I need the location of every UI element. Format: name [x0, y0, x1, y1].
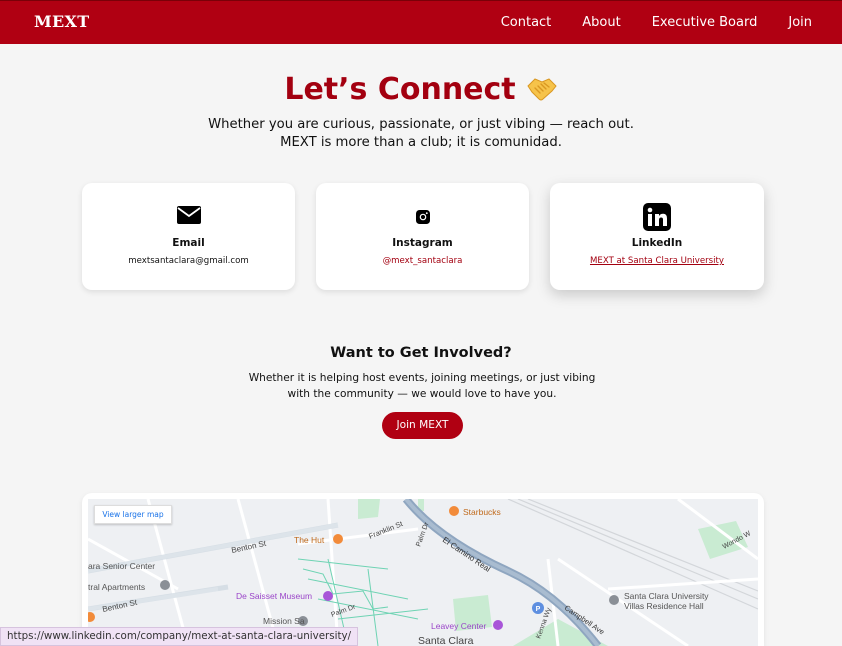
top-nav-bar: MEXT Contact About Executive Board Join: [0, 0, 842, 44]
map-label-starbucks: Starbucks: [463, 507, 501, 517]
page-title: Let’s Connect: [0, 72, 842, 107]
view-larger-map-link[interactable]: View larger map: [94, 505, 172, 524]
brand-logo[interactable]: MEXT: [34, 12, 89, 31]
handshake-icon: [527, 78, 557, 101]
map-label-the-hut: The Hut: [294, 535, 325, 545]
linkedin-card: LinkedIn MEXT at Santa Clara University: [550, 183, 764, 290]
involved-text: Whether it is helping host events, joini…: [248, 372, 596, 400]
join-mext-button[interactable]: Join MEXT: [382, 412, 463, 439]
svg-text:P: P: [536, 606, 541, 613]
map-label-apartments: tral Apartments: [88, 582, 145, 592]
page-title-text: Let’s Connect: [284, 72, 516, 107]
map-label-santa-clara: Santa Clara: [418, 635, 474, 646]
linkedin-title: LinkedIn: [631, 237, 683, 249]
instagram-icon: [415, 210, 430, 224]
map-label-de-saisset-museum: De Saisset Museum: [236, 591, 312, 601]
nav-contact[interactable]: Contact: [501, 15, 552, 30]
instagram-title: Instagram: [392, 237, 453, 249]
instagram-handle-link[interactable]: @mext_santaclara: [316, 256, 529, 266]
map-canvas[interactable]: P Benton St Benton St ara Senior Center …: [88, 499, 758, 646]
nav-about[interactable]: About: [582, 15, 620, 30]
map-label-senior-center: ara Senior Center: [88, 561, 155, 571]
email-card: Email mextsantaclara@gmail.com: [82, 183, 295, 290]
email-title: Email: [172, 237, 205, 249]
envelope-icon: [176, 206, 201, 224]
map-label-mission: Mission Sa: [263, 616, 305, 626]
nav-executive-board[interactable]: Executive Board: [652, 15, 758, 30]
nav-join[interactable]: Join: [788, 15, 812, 30]
embedded-map[interactable]: P Benton St Benton St ara Senior Center …: [82, 493, 764, 646]
instagram-card: Instagram @mext_santaclara: [316, 183, 529, 290]
map-label-scu-villas-line1: Santa Clara University: [624, 591, 709, 601]
map-label-leavey-center: Leavey Center: [431, 621, 486, 631]
linkedin-page-link[interactable]: MEXT at Santa Clara University: [550, 256, 764, 266]
map-label-scu-villas: Santa Clara University Villas Residence H…: [624, 591, 709, 611]
map-label-scu-villas-line2: Villas Residence Hall: [624, 601, 704, 611]
link-hover-status-bar: https://www.linkedin.com/company/mext-at…: [0, 627, 359, 646]
linkedin-icon: [643, 203, 671, 231]
email-address: mextsantaclara@gmail.com: [128, 256, 249, 266]
involved-heading: Want to Get Involved?: [330, 345, 512, 361]
intro-text: Whether you are curious, passionate, or …: [208, 117, 634, 150]
nav-links: Contact About Executive Board Join: [470, 15, 812, 30]
